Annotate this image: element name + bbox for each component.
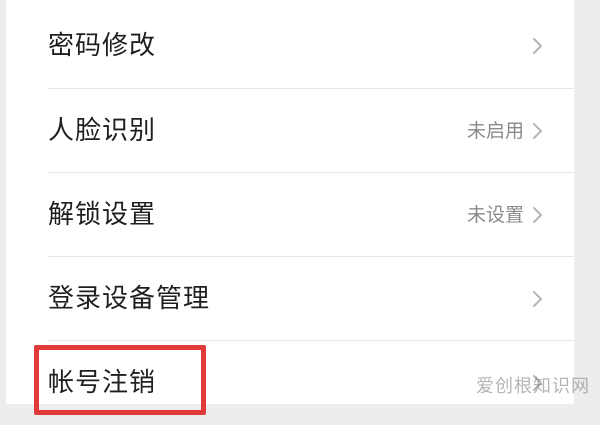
settings-item-password-change[interactable]: 密码修改 — [6, 4, 574, 88]
settings-item-label: 人脸识别 — [48, 116, 157, 146]
settings-item-status: 未启用 — [466, 120, 524, 142]
chevron-right-icon — [533, 291, 542, 307]
settings-item-status: 未设置 — [466, 204, 524, 226]
chevron-right-icon — [533, 38, 542, 54]
highlight-box — [34, 345, 206, 415]
settings-item-label: 登录设备管理 — [48, 284, 211, 314]
settings-item-label: 解锁设置 — [48, 200, 157, 230]
settings-item-device-management[interactable]: 登录设备管理 — [6, 257, 574, 341]
settings-item-face-recognition[interactable]: 人脸识别 未启用 — [6, 89, 574, 173]
watermark: 爱创根知识网 — [476, 376, 590, 397]
chevron-right-icon — [533, 207, 542, 223]
settings-panel: 密码修改 人脸识别 未启用 解锁设置 未设置 登录设备管理 帐号注销 — [6, 0, 574, 415]
chevron-right-icon — [533, 123, 542, 139]
settings-item-label: 密码修改 — [48, 31, 157, 61]
settings-item-unlock-settings[interactable]: 解锁设置 未设置 — [6, 173, 574, 257]
